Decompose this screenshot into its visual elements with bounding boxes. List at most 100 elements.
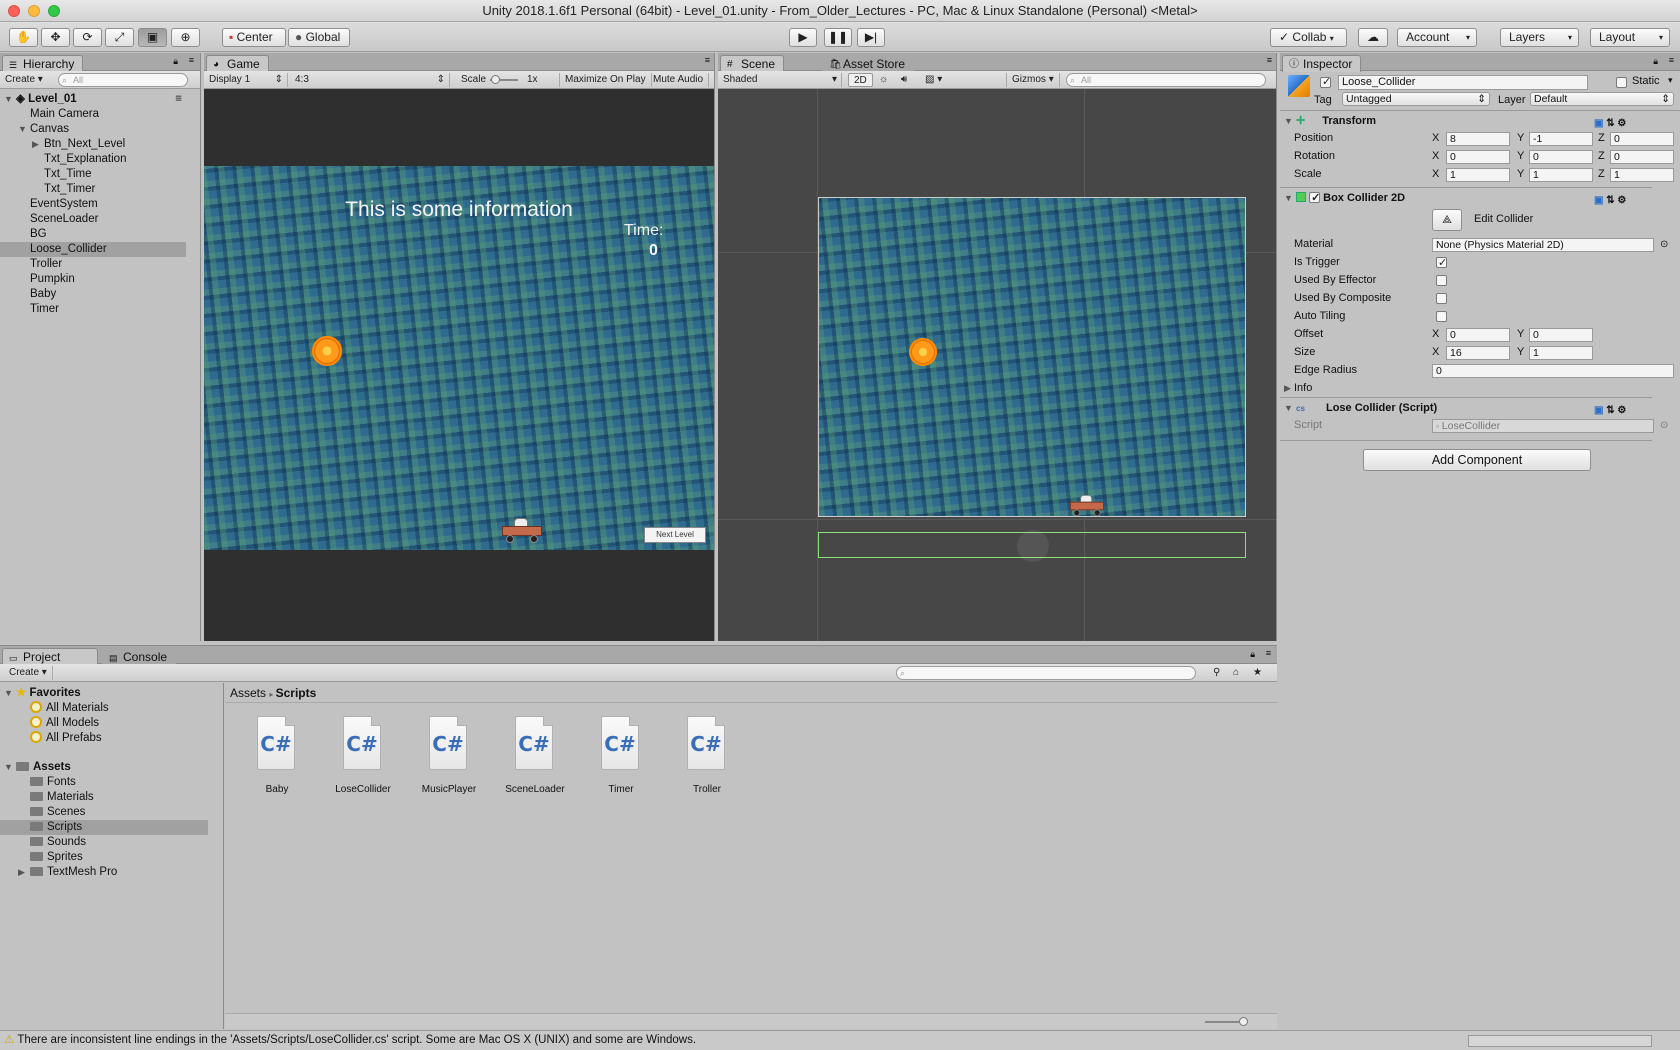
project-search-input[interactable]: ⌕ (896, 666, 1196, 680)
folder-item[interactable]: Sounds (0, 835, 208, 850)
object-picker-icon[interactable]: ⊙ (1660, 236, 1668, 253)
favorites-toggle-button[interactable]: ★ (1248, 666, 1267, 680)
scale-tool-button[interactable]: ⤢ (105, 28, 134, 47)
icon-size-slider-track[interactable] (1205, 1021, 1241, 1023)
info-foldout[interactable]: ▶ Info (1280, 380, 1652, 397)
folder-item[interactable]: ▶ TextMesh Pro (0, 865, 208, 880)
gizmos-dropdown[interactable]: Gizmos ▾ (1006, 73, 1060, 87)
help-icon[interactable]: ▣ (1594, 118, 1603, 129)
favorite-item[interactable]: All Prefabs (0, 731, 208, 746)
hierarchy-item[interactable]: Txt_Time (0, 167, 186, 182)
tab-console[interactable]: ▤ Console (102, 648, 177, 665)
panel-menu-icon[interactable]: ≡ (705, 55, 710, 65)
lock-icon[interactable]: 🔒︎ (1250, 649, 1255, 660)
box-collider-gizmo[interactable] (818, 530, 1246, 562)
active-checkbox[interactable] (1320, 75, 1331, 88)
step-button[interactable]: ▶| (857, 28, 885, 47)
shading-dropdown[interactable]: Shaded ▾ (718, 73, 842, 87)
pivot-center-button[interactable]: ▪ Center (222, 28, 286, 47)
mute-audio-toggle[interactable]: Mute Audio (648, 73, 710, 87)
add-component-button[interactable]: Add Component (1363, 449, 1591, 471)
tab-asset-store[interactable]: 🛍︎ Asset Store (822, 55, 915, 72)
edge-radius-field[interactable]: 0 (1432, 364, 1674, 378)
transform-header[interactable]: ▼ ✛ Transform ▣ ⇅ ⚙ (1280, 113, 1652, 130)
material-field[interactable]: None (Physics Material 2D) (1432, 238, 1654, 252)
scene-root-row[interactable]: ▼ ◈ Level_01 ≡ (0, 92, 186, 107)
game-viewport[interactable]: This is some information Time: 0 Next Le… (204, 166, 714, 550)
position-z-field[interactable]: 0 (1610, 132, 1674, 146)
hierarchy-item[interactable]: Troller (0, 257, 186, 272)
mode-2d-toggle[interactable]: 2D (848, 73, 873, 87)
chevron-down-icon[interactable]: ▾ (1668, 75, 1673, 86)
cloud-button[interactable]: ☁ (1358, 28, 1388, 47)
box-collider-enabled-checkbox[interactable] (1309, 190, 1320, 207)
gear-icon[interactable]: ⚙ (1617, 405, 1626, 416)
script-asset[interactable]: C# Troller (667, 716, 747, 796)
panel-menu-icon[interactable]: ≡ (1266, 648, 1271, 658)
filter-by-type-button[interactable]: ⚲ (1208, 666, 1225, 680)
display-dropdown[interactable]: Display 1 ⇕ (204, 73, 288, 87)
zoom-window-button[interactable] (48, 5, 60, 17)
layout-dropdown[interactable]: Layout ▾ (1590, 28, 1670, 47)
gear-icon[interactable]: ⚙ (1617, 118, 1626, 129)
used-by-composite-checkbox[interactable] (1436, 293, 1447, 304)
hierarchy-item[interactable]: ▶ Btn_Next_Level (0, 137, 186, 152)
tab-hierarchy[interactable]: ☰ Hierarchy (2, 55, 84, 72)
status-bar[interactable]: ⚠ There are inconsistent line endings in… (0, 1030, 1680, 1050)
static-checkbox[interactable] (1616, 77, 1627, 88)
hierarchy-search-input[interactable]: ⌕ All (58, 73, 188, 87)
panel-menu-icon[interactable]: ≡ (189, 55, 194, 65)
breadcrumb-scripts[interactable]: Scripts (276, 686, 317, 700)
favorite-item[interactable]: All Models (0, 716, 208, 731)
panel-menu-icon[interactable]: ≡ (175, 92, 182, 107)
close-window-button[interactable] (8, 5, 20, 17)
used-by-effector-checkbox[interactable] (1436, 275, 1447, 286)
help-icon[interactable]: ▣ (1594, 195, 1603, 206)
collab-dropdown[interactable]: ✓ Collab ▾ (1270, 28, 1347, 47)
favorite-item[interactable]: All Materials (0, 701, 208, 716)
tab-inspector[interactable]: ⓘ Inspector (1282, 55, 1362, 72)
auto-tiling-checkbox[interactable] (1436, 311, 1447, 322)
box-collider-header[interactable]: ▼ Box Collider 2D ▣ ⇅ ⚙ (1280, 190, 1652, 207)
rotation-y-field[interactable]: 0 (1529, 150, 1593, 164)
rotation-x-field[interactable]: 0 (1446, 150, 1510, 164)
collider-center-handle[interactable] (1017, 530, 1049, 562)
hierarchy-item[interactable]: EventSystem (0, 197, 186, 212)
scene-search-input[interactable]: ⌕ All (1066, 73, 1266, 87)
hierarchy-create-button[interactable]: Create ▾ (0, 73, 48, 87)
script-asset[interactable]: C# SceneLoader (495, 716, 575, 796)
move-tool-button[interactable]: ✥ (41, 28, 70, 47)
script-asset[interactable]: C# Timer (581, 716, 661, 796)
script-asset[interactable]: C# MusicPlayer (409, 716, 489, 796)
tab-scene[interactable]: # Scene (720, 55, 785, 72)
scene-background-sprite[interactable] (818, 197, 1246, 517)
rotation-z-field[interactable]: 0 (1610, 150, 1674, 164)
hierarchy-item[interactable]: BG (0, 227, 186, 242)
play-button[interactable]: ▶ (789, 28, 817, 47)
assets-root-row[interactable]: ▼ Assets (0, 760, 208, 775)
transform-tool-button[interactable]: ⊕ (171, 28, 200, 47)
hierarchy-item[interactable]: ▼ Canvas (0, 122, 186, 137)
hierarchy-item[interactable]: Pumpkin (0, 272, 186, 287)
icon-size-slider-handle[interactable] (1239, 1017, 1248, 1026)
hierarchy-item[interactable]: Txt_Explanation (0, 152, 186, 167)
layer-dropdown[interactable]: Default ⇕ (1530, 92, 1674, 106)
lock-icon[interactable]: 🔒︎ (1653, 56, 1658, 67)
next-level-button[interactable]: Next Level (644, 527, 706, 543)
folder-item[interactable]: Materials (0, 790, 208, 805)
folder-item[interactable]: Fonts (0, 775, 208, 790)
hierarchy-item[interactable]: Txt_Timer (0, 182, 186, 197)
tag-dropdown[interactable]: Untagged ⇕ (1342, 92, 1490, 106)
hierarchy-item-selected[interactable]: Loose_Collider (0, 242, 186, 257)
account-dropdown[interactable]: Account ▾ (1397, 28, 1477, 47)
scale-x-field[interactable]: 1 (1446, 168, 1510, 182)
script-asset[interactable]: C# Baby (237, 716, 317, 796)
component-buttons[interactable]: ▣ ⇅ ⚙ (1594, 115, 1644, 129)
lighting-toggle[interactable]: ☼ (874, 73, 893, 87)
script-component-header[interactable]: ▼ cs Lose Collider (Script) ▣ ⇅ ⚙ (1280, 400, 1652, 417)
minimize-window-button[interactable] (28, 5, 40, 17)
object-name-field[interactable]: Loose_Collider (1338, 75, 1588, 90)
pivot-global-button[interactable]: ● Global (288, 28, 350, 47)
size-x-field[interactable]: 16 (1446, 346, 1510, 360)
filter-by-label-button[interactable]: ⌂ (1228, 666, 1244, 680)
